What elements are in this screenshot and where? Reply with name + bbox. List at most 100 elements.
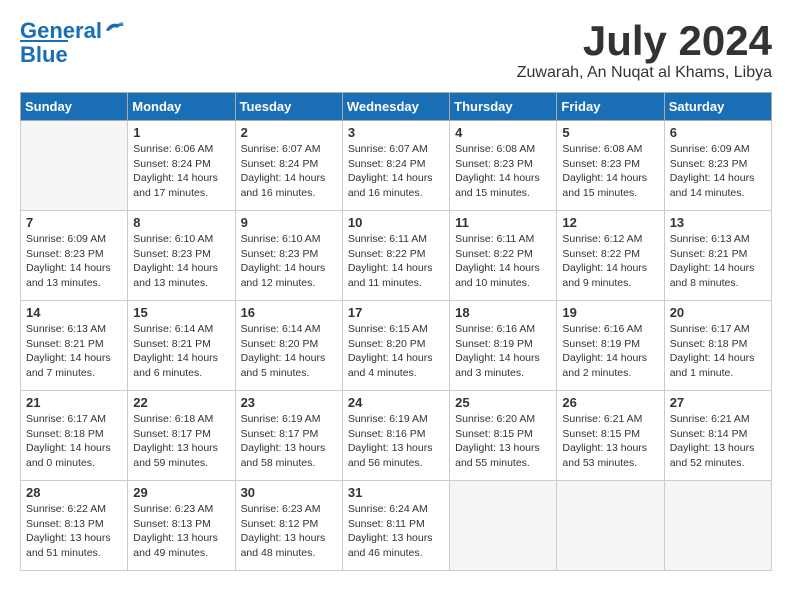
month-title: July 2024 [517,20,772,62]
calendar-cell: 25Sunrise: 6:20 AMSunset: 8:15 PMDayligh… [450,391,557,481]
day-info: Sunrise: 6:09 AMSunset: 8:23 PMDaylight:… [26,232,122,291]
day-info: Sunrise: 6:17 AMSunset: 8:18 PMDaylight:… [670,322,766,381]
logo-blue: Blue [20,40,68,68]
day-number: 4 [455,125,551,140]
day-number: 22 [133,395,229,410]
day-number: 13 [670,215,766,230]
calendar-cell: 21 Sunrise: 6:17 AMSunset: 8:18 PMDayligh… [21,391,128,481]
calendar-cell: 11 Sunrise: 6:11 AMSunset: 8:22 PMDayligh… [450,211,557,301]
day-info: Sunrise: 6:07 AMSunset: 8:24 PMDaylight:… [241,142,337,201]
day-number: 9 [241,215,337,230]
calendar-cell: 9Sunrise: 6:10 AMSunset: 8:23 PMDaylight… [235,211,342,301]
day-info: Sunrise: 6:21 AMSunset: 8:15 PMDaylight:… [562,412,658,471]
weekday-header-tuesday: Tuesday [235,93,342,121]
calendar-cell: 26 Sunrise: 6:21 AMSunset: 8:15 PMDayligh… [557,391,664,481]
day-number: 27 [670,395,766,410]
day-number: 28 [26,485,122,500]
day-number: 11 [455,215,551,230]
calendar-cell: 24 Sunrise: 6:19 AMSunset: 8:16 PMDayligh… [342,391,449,481]
day-number: 12 [562,215,658,230]
calendar-cell: 5 Sunrise: 6:08 AMSunset: 8:23 PMDaylight… [557,121,664,211]
calendar-cell: 6 Sunrise: 6:09 AMSunset: 8:23 PMDaylight… [664,121,771,211]
day-number: 31 [348,485,444,500]
calendar-cell: 16Sunrise: 6:14 AMSunset: 8:20 PMDayligh… [235,301,342,391]
day-number: 29 [133,485,229,500]
day-info: Sunrise: 6:23 AMSunset: 8:13 PMDaylight:… [133,502,229,561]
calendar-cell [450,481,557,571]
calendar-cell: 20Sunrise: 6:17 AMSunset: 8:18 PMDayligh… [664,301,771,391]
calendar-cell [21,121,128,211]
day-number: 2 [241,125,337,140]
day-info: Sunrise: 6:09 AMSunset: 8:23 PMDaylight:… [670,142,766,201]
calendar-cell: 29 Sunrise: 6:23 AMSunset: 8:13 PMDayligh… [128,481,235,571]
calendar-cell: 10 Sunrise: 6:11 AMSunset: 8:22 PMDayligh… [342,211,449,301]
day-number: 21 [26,395,122,410]
day-info: Sunrise: 6:15 AMSunset: 8:20 PMDaylight:… [348,322,444,381]
calendar-cell: 8 Sunrise: 6:10 AMSunset: 8:23 PMDaylight… [128,211,235,301]
weekday-header-thursday: Thursday [450,93,557,121]
weekday-header-row: SundayMondayTuesdayWednesdayThursdayFrid… [21,93,772,121]
day-number: 19 [562,305,658,320]
calendar-cell: 18 Sunrise: 6:16 AMSunset: 8:19 PMDayligh… [450,301,557,391]
day-number: 25 [455,395,551,410]
day-number: 14 [26,305,122,320]
day-number: 6 [670,125,766,140]
weekday-header-friday: Friday [557,93,664,121]
logo: General Blue [20,20,126,68]
day-number: 8 [133,215,229,230]
calendar-week-2: 7 Sunrise: 6:09 AMSunset: 8:23 PMDaylight… [21,211,772,301]
day-info: Sunrise: 6:19 AMSunset: 8:17 PMDaylight:… [241,412,337,471]
day-info: Sunrise: 6:24 AMSunset: 8:11 PMDaylight:… [348,502,444,561]
calendar-cell: 4 Sunrise: 6:08 AMSunset: 8:23 PMDaylight… [450,121,557,211]
day-info: Sunrise: 6:22 AMSunset: 8:13 PMDaylight:… [26,502,122,561]
calendar-cell: 30 Sunrise: 6:23 AMSunset: 8:12 PMDayligh… [235,481,342,571]
day-number: 23 [241,395,337,410]
calendar-cell: 19 Sunrise: 6:16 AMSunset: 8:19 PMDayligh… [557,301,664,391]
day-info: Sunrise: 6:16 AMSunset: 8:19 PMDaylight:… [455,322,551,381]
day-info: Sunrise: 6:16 AMSunset: 8:19 PMDaylight:… [562,322,658,381]
day-number: 18 [455,305,551,320]
location-title: Zuwarah, An Nuqat al Khams, Libya [517,64,772,82]
calendar-cell: 28 Sunrise: 6:22 AMSunset: 8:13 PMDayligh… [21,481,128,571]
day-info: Sunrise: 6:19 AMSunset: 8:16 PMDaylight:… [348,412,444,471]
day-info: Sunrise: 6:14 AMSunset: 8:20 PMDaylight:… [241,322,337,381]
day-number: 1 [133,125,229,140]
day-number: 3 [348,125,444,140]
calendar-week-4: 21 Sunrise: 6:17 AMSunset: 8:18 PMDayligh… [21,391,772,481]
calendar-cell: 3 Sunrise: 6:07 AMSunset: 8:24 PMDaylight… [342,121,449,211]
calendar-cell: 13Sunrise: 6:13 AMSunset: 8:21 PMDayligh… [664,211,771,301]
calendar-week-1: 1 Sunrise: 6:06 AMSunset: 8:24 PMDaylight… [21,121,772,211]
weekday-header-monday: Monday [128,93,235,121]
calendar-cell [557,481,664,571]
day-number: 7 [26,215,122,230]
day-info: Sunrise: 6:11 AMSunset: 8:22 PMDaylight:… [455,232,551,291]
day-number: 24 [348,395,444,410]
day-info: Sunrise: 6:11 AMSunset: 8:22 PMDaylight:… [348,232,444,291]
weekday-header-wednesday: Wednesday [342,93,449,121]
title-block: July 2024 Zuwarah, An Nuqat al Khams, Li… [517,20,772,82]
day-info: Sunrise: 6:14 AMSunset: 8:21 PMDaylight:… [133,322,229,381]
day-number: 17 [348,305,444,320]
day-info: Sunrise: 6:06 AMSunset: 8:24 PMDaylight:… [133,142,229,201]
day-info: Sunrise: 6:17 AMSunset: 8:18 PMDaylight:… [26,412,122,471]
calendar-cell: 1 Sunrise: 6:06 AMSunset: 8:24 PMDaylight… [128,121,235,211]
calendar-cell: 23 Sunrise: 6:19 AMSunset: 8:17 PMDayligh… [235,391,342,481]
calendar-cell: 7 Sunrise: 6:09 AMSunset: 8:23 PMDaylight… [21,211,128,301]
day-number: 26 [562,395,658,410]
day-info: Sunrise: 6:08 AMSunset: 8:23 PMDaylight:… [455,142,551,201]
day-number: 10 [348,215,444,230]
day-info: Sunrise: 6:23 AMSunset: 8:12 PMDaylight:… [241,502,337,561]
calendar-cell: 2 Sunrise: 6:07 AMSunset: 8:24 PMDaylight… [235,121,342,211]
day-number: 30 [241,485,337,500]
day-info: Sunrise: 6:07 AMSunset: 8:24 PMDaylight:… [348,142,444,201]
calendar-cell: 17 Sunrise: 6:15 AMSunset: 8:20 PMDayligh… [342,301,449,391]
day-info: Sunrise: 6:13 AMSunset: 8:21 PMDaylight:… [26,322,122,381]
day-number: 5 [562,125,658,140]
weekday-header-sunday: Sunday [21,93,128,121]
day-info: Sunrise: 6:08 AMSunset: 8:23 PMDaylight:… [562,142,658,201]
calendar-cell: 22Sunrise: 6:18 AMSunset: 8:17 PMDayligh… [128,391,235,481]
weekday-header-saturday: Saturday [664,93,771,121]
day-info: Sunrise: 6:10 AMSunset: 8:23 PMDaylight:… [133,232,229,291]
calendar-cell: 14 Sunrise: 6:13 AMSunset: 8:21 PMDayligh… [21,301,128,391]
page-header: General Blue July 2024 Zuwarah, An Nuqat… [20,20,772,82]
